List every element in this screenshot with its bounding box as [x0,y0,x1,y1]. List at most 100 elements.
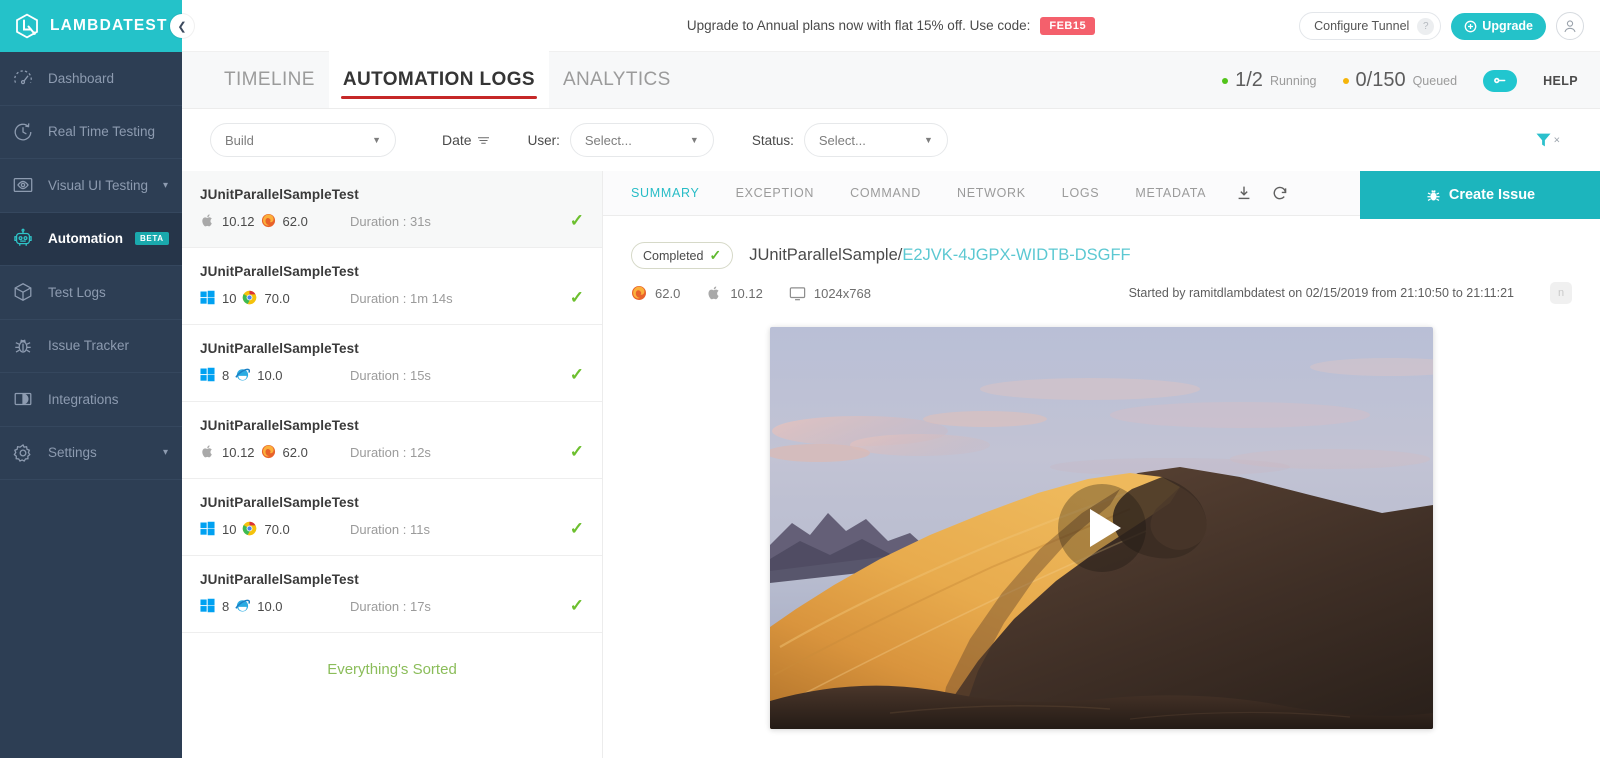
sidebar-item-test-logs[interactable]: Test Logs [0,266,182,320]
question-mark-icon[interactable]: ? [1417,18,1434,35]
firefox-icon [631,285,647,301]
table-row[interactable]: JUnitParallelSampleTest 10 70.0 [182,479,602,556]
upgrade-button[interactable]: Upgrade [1451,13,1546,40]
video-player[interactable] [770,327,1433,729]
create-issue-button[interactable]: Create Issue [1360,171,1600,219]
tab-analytics[interactable]: ANALYTICS [549,51,685,108]
status-filter-value: Select... [819,133,866,148]
robot-icon [10,226,36,252]
check-icon: ✓ [570,442,584,462]
sidebar-item-dashboard[interactable]: Dashboard [0,52,182,106]
test-environment: 10 70.0 [200,521,350,537]
app-root: LAMBDATEST ❮ Dashboard [0,0,1600,758]
monitor-icon [789,286,806,301]
sidebar-item-issue-tracker[interactable]: Issue Tracker [0,320,182,374]
queued-status: 0/150 Queued [1343,69,1458,92]
status-filter-select[interactable]: Select... ▼ [804,123,948,157]
test-environment: 10.12 62.0 [200,444,350,460]
running-count: 1/2 [1235,69,1263,92]
apple-icon [200,213,216,229]
top-header: Upgrade to Annual plans now with flat 15… [182,0,1600,52]
help-button[interactable]: HELP [1543,74,1578,88]
status-label: Completed [643,249,703,263]
build-filter-select[interactable]: Build ▼ [210,123,396,157]
main-tab-bar: TIMELINE AUTOMATION LOGS ANALYTICS 1/2 R… [182,52,1600,109]
play-button[interactable] [1058,484,1146,572]
main-tabs: TIMELINE AUTOMATION LOGS ANALYTICS [182,51,685,108]
brand-header: LAMBDATEST ❮ [0,0,182,52]
upgrade-label: Upgrade [1482,19,1533,33]
gear-icon [10,440,36,466]
sidebar-item-automation[interactable]: Automation BETA [0,213,182,267]
test-environment: 10 70.0 [200,290,350,306]
user-filter-select[interactable]: Select... ▼ [570,123,714,157]
detail-actions [1236,185,1288,201]
check-icon: ✓ [570,519,584,539]
detail-panel: SUMMARY EXCEPTION COMMAND NETWORK LOGS M… [603,171,1600,758]
close-icon: × [1554,134,1560,146]
bug-icon [1425,187,1442,204]
key-icon[interactable] [1483,70,1517,92]
filter-bar: Build ▼ Date User: Select... ▼ Status: S… [182,109,1600,171]
promo-code-badge[interactable]: FEB15 [1040,17,1095,35]
tab-summary[interactable]: SUMMARY [603,171,718,216]
chevron-down-icon[interactable]: ▾ [163,447,168,458]
table-row[interactable]: JUnitParallelSampleTest 10 70.0 [182,248,602,325]
sidebar-collapse-button[interactable]: ❮ [170,14,194,38]
run-subheader: 62.0 10.12 [631,285,1572,301]
test-duration: Duration : 17s [350,599,570,614]
sidebar-item-label: Real Time Testing [48,124,168,139]
test-duration: Duration : 15s [350,368,570,383]
test-meta: 8 10.0 Duration : 15s ✓ [200,365,584,385]
chevron-down-icon: ▼ [924,135,933,145]
os-version: 10 [222,291,236,306]
box-cube-icon [10,279,36,305]
sidebar-item-integrations[interactable]: Integrations [0,373,182,427]
tab-network[interactable]: NETWORK [939,171,1044,216]
check-icon: ✓ [709,247,721,264]
test-list-panel: JUnitParallelSampleTest 10.12 62.0 [182,171,603,758]
sidebar-item-label: Settings [48,445,151,460]
tab-command[interactable]: COMMAND [832,171,939,216]
chevron-down-icon[interactable]: ▾ [163,180,168,191]
plus-circle-icon [1464,20,1477,33]
tab-automation-logs[interactable]: AUTOMATION LOGS [329,51,549,108]
browser-version: 10.0 [257,368,282,383]
chevron-down-icon: ▼ [372,135,381,145]
note-badge[interactable]: n [1550,282,1572,304]
windows-icon [200,290,216,306]
clear-filters-button[interactable]: × [1535,132,1560,149]
tab-metadata[interactable]: METADATA [1117,171,1224,216]
chrome-icon [242,290,258,306]
apple-icon [706,285,722,301]
sidebar-item-label: Integrations [48,392,168,407]
configure-tunnel-button[interactable]: Configure Tunnel ? [1299,12,1441,40]
run-session-hash[interactable]: E2JVK-4JGPX-WIDTB-DSGFF [902,246,1130,264]
sidebar-item-visual-ui-testing[interactable]: Visual UI Testing ▾ [0,159,182,213]
user-avatar-icon[interactable] [1556,12,1584,40]
beta-badge: BETA [135,232,169,245]
tab-exception[interactable]: EXCEPTION [718,171,833,216]
sidebar-item-label: Visual UI Testing [48,178,151,193]
browser-version: 70.0 [264,291,289,306]
run-header: Completed ✓ JUnitParallelSample/E2JVK-4J… [631,242,1572,269]
sidebar-item-real-time-testing[interactable]: Real Time Testing [0,106,182,160]
detail-tab-bar: SUMMARY EXCEPTION COMMAND NETWORK LOGS M… [603,171,1600,216]
status-badge: Completed ✓ [631,242,733,269]
test-duration: Duration : 1m 14s [350,291,570,306]
tab-logs[interactable]: LOGS [1044,171,1118,216]
table-row[interactable]: JUnitParallelSampleTest 8 10.0 [182,325,602,402]
run-os-version: 10.12 [730,286,763,301]
download-icon[interactable] [1236,185,1252,201]
test-environment: 10.12 62.0 [200,213,350,229]
table-row[interactable]: JUnitParallelSampleTest 10.12 62.0 [182,171,602,248]
sidebar-item-settings[interactable]: Settings ▾ [0,427,182,481]
table-row[interactable]: JUnitParallelSampleTest 8 10.0 [182,556,602,633]
date-filter[interactable]: Date [442,132,490,148]
table-row[interactable]: JUnitParallelSampleTest 10.12 62.0 [182,402,602,479]
lambdatest-hexagon-logo-icon [14,13,40,39]
tab-timeline[interactable]: TIMELINE [210,51,329,108]
refresh-icon[interactable] [1272,185,1288,201]
windows-icon [200,367,216,383]
browser-version: 10.0 [257,599,282,614]
